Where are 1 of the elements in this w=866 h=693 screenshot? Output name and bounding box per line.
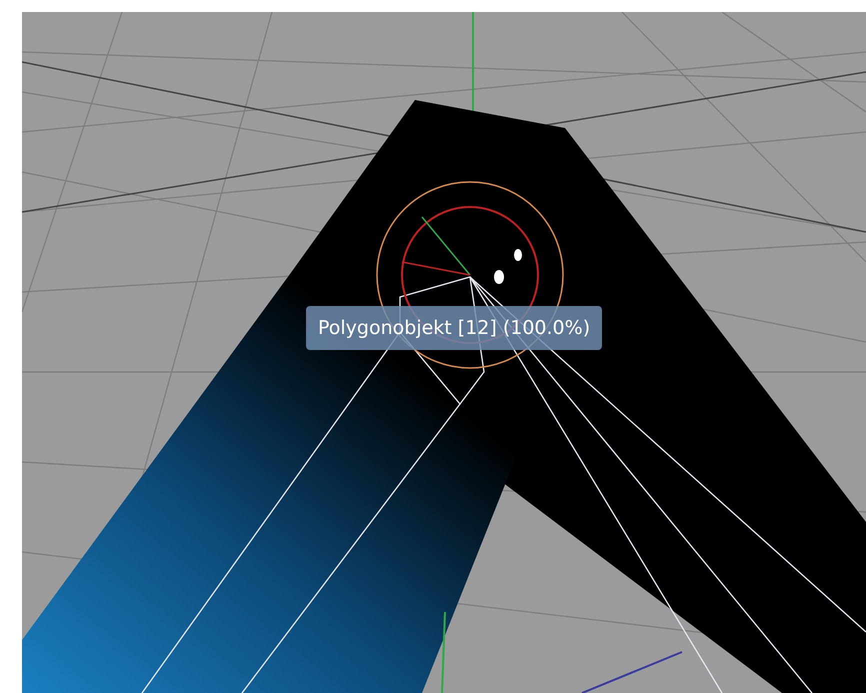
object-tooltip: Polygonobjekt [12] (100.0%) xyxy=(306,306,602,350)
